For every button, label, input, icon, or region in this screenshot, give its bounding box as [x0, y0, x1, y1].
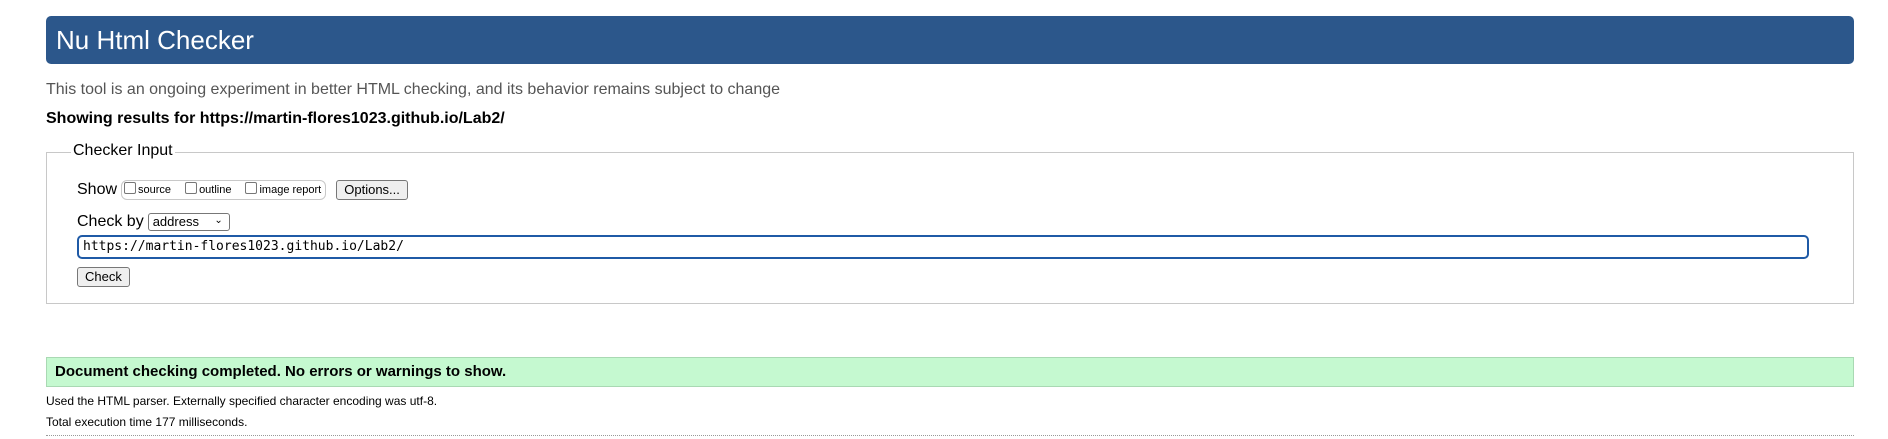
check-by-selected-value: address: [152, 214, 199, 229]
check-button[interactable]: Check: [77, 267, 130, 287]
parser-note: Used the HTML parser. Externally specifi…: [46, 394, 438, 408]
show-checkbox-group: source outline image report: [121, 180, 327, 200]
execution-time-note: Total execution time 177 milliseconds.: [46, 415, 248, 429]
show-options-row: Show source outline image report Options…: [77, 179, 408, 201]
checkbox-icon[interactable]: [245, 182, 258, 194]
image-report-checkbox-label: image report: [259, 184, 322, 196]
check-by-row: Check by address ⌄: [77, 213, 230, 231]
page-title: Nu Html Checker: [56, 25, 254, 55]
success-message: Document checking completed. No errors o…: [46, 357, 1854, 387]
image-report-checkbox[interactable]: image report: [245, 182, 322, 196]
source-checkbox-label: source: [138, 184, 172, 196]
check-by-label: Check by: [77, 213, 144, 230]
checkbox-icon[interactable]: [124, 182, 137, 194]
divider: [46, 435, 1854, 436]
outline-checkbox[interactable]: outline: [185, 182, 232, 196]
page-title-bar: Nu Html Checker: [46, 16, 1854, 64]
source-checkbox[interactable]: source: [124, 182, 172, 196]
options-button[interactable]: Options...: [336, 180, 408, 200]
url-input[interactable]: https://martin-flores1023.github.io/Lab2…: [77, 235, 1809, 259]
show-label: Show: [77, 181, 118, 198]
results-for-heading: Showing results for https://martin-flore…: [46, 110, 505, 127]
checker-input-fieldset: Checker Input Show source outline image …: [46, 142, 1854, 304]
intro-text: This tool is an ongoing experiment in be…: [46, 81, 781, 98]
check-by-select[interactable]: address ⌄: [147, 213, 230, 231]
chevron-down-icon: ⌄: [214, 215, 223, 226]
outline-checkbox-label: outline: [199, 184, 232, 196]
checkbox-icon[interactable]: [185, 182, 198, 194]
checker-input-legend: Checker Input: [71, 142, 175, 160]
